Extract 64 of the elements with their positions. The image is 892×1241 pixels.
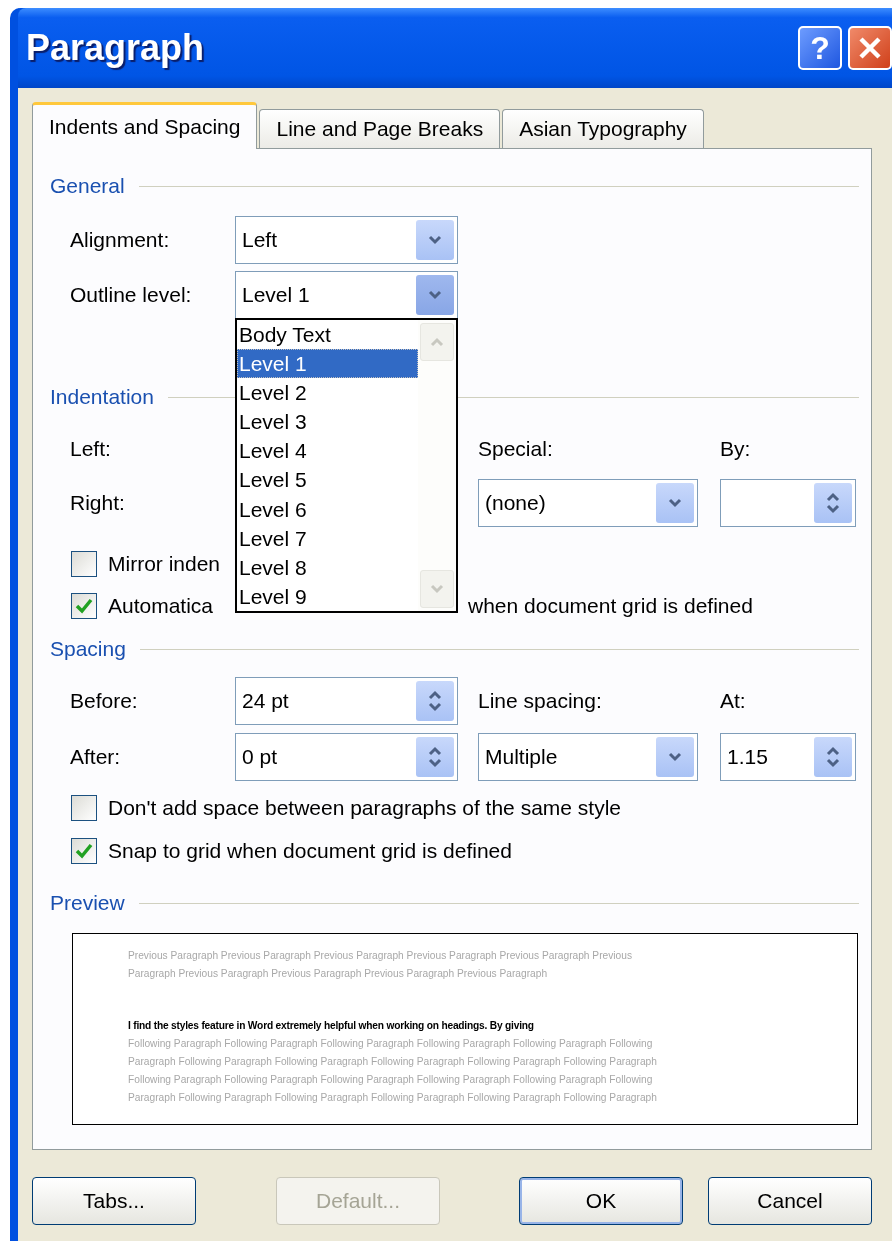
section-heading: Spacing	[50, 637, 126, 661]
preview-text-line: I find the styles feature in Word extremely helpful when working on headings. By giving	[128, 1019, 535, 1033]
checkbox[interactable]	[71, 593, 97, 619]
field-label: Line spacing:	[478, 689, 603, 713]
preview-text-line: Paragraph Previous Paragraph Previous Paragraph Previous Paragraph Previous Paragraph	[128, 967, 549, 981]
section-heading: Indentation	[50, 385, 154, 409]
preview-text-line: Following Paragraph Following Paragraph Following Paragraph Following Paragraph Following Paragraph Following	[128, 1037, 654, 1051]
field-label: After:	[70, 745, 122, 769]
dropdown[interactable]: Multiple	[478, 733, 698, 781]
checkbox[interactable]	[71, 551, 97, 577]
spin-buttons[interactable]	[416, 737, 454, 777]
tab[interactable]: Indents and Spacing	[32, 102, 258, 149]
dropdown-arrow-button[interactable]	[656, 483, 694, 523]
section-heading: Preview	[50, 891, 125, 915]
spin-buttons[interactable]	[814, 737, 852, 777]
field-label: Outline level:	[70, 283, 193, 307]
checkbox[interactable]	[71, 795, 97, 821]
field-label: Before:	[70, 689, 139, 713]
field-label: At:	[720, 689, 747, 713]
window-title: Paragraph	[26, 27, 206, 69]
list-option[interactable]: Level 1	[237, 349, 418, 379]
list-option[interactable]: Body Text	[237, 320, 418, 350]
dropdown[interactable]: (none)	[478, 479, 698, 527]
preview-text-line: Paragraph Following Paragraph Following Paragraph Following Paragraph Following Paragraph Following Paragraph	[128, 1055, 658, 1069]
checkbox[interactable]	[71, 838, 97, 864]
preview-text-line: Previous Paragraph Previous Paragraph Previous Paragraph Previous Paragraph Previous Paragraph Previous	[128, 949, 633, 963]
list-option[interactable]: Level 2	[237, 378, 418, 408]
spin-buttons[interactable]	[814, 483, 852, 523]
list-option[interactable]: Level 5	[237, 465, 418, 495]
field-label: Alignment:	[70, 228, 171, 252]
checkbox-label: Mirror inden	[108, 552, 221, 576]
spin-box[interactable]: 1.15	[720, 733, 856, 781]
dialog-button[interactable]: OK	[519, 1177, 683, 1225]
dropdown-arrow-button[interactable]	[416, 220, 454, 260]
field-label: Right:	[70, 491, 126, 515]
checkbox-label: when document grid is defined	[468, 594, 753, 618]
list-option[interactable]: Level 4	[237, 436, 418, 466]
dialog-button[interactable]: Cancel	[708, 1177, 872, 1225]
close-icon	[857, 35, 883, 61]
field-label: By:	[720, 437, 752, 461]
spin-box[interactable]: 24 pt	[235, 677, 458, 725]
list-option[interactable]: Level 3	[237, 407, 418, 437]
preview-text-line: Following Paragraph Following Paragraph Following Paragraph Following Paragraph Following Paragraph Following	[128, 1073, 654, 1087]
checkbox-label: Snap to grid when document grid is defined	[108, 839, 512, 863]
spin-buttons[interactable]	[416, 681, 454, 721]
close-button[interactable]	[848, 26, 892, 70]
checkbox-label: Don't add space between paragraphs of the same style	[108, 796, 621, 820]
help-button[interactable]: ?	[798, 26, 842, 70]
section-heading: General	[50, 174, 125, 198]
dropdown[interactable]: Left	[235, 216, 458, 264]
list-option[interactable]: Level 8	[237, 552, 418, 582]
dialog-button[interactable]: Tabs...	[32, 1177, 196, 1225]
tab[interactable]: Asian Typography	[502, 109, 704, 148]
dropdown-arrow-button[interactable]	[656, 737, 694, 777]
field-label: Special:	[478, 437, 554, 461]
preview-text-line: Paragraph Following Paragraph Following Paragraph Following Paragraph Following Paragraph Following Paragraph	[128, 1091, 658, 1105]
tab[interactable]: Line and Page Breaks	[259, 109, 501, 148]
spin-box[interactable]	[720, 479, 856, 527]
list-option[interactable]: Level 7	[237, 523, 418, 553]
spin-box[interactable]: 0 pt	[235, 733, 458, 781]
list-option[interactable]: Level 9	[237, 581, 418, 611]
field-label: Left:	[70, 437, 112, 461]
checkbox-label: Automatica	[108, 594, 214, 618]
list-option[interactable]: Level 6	[237, 494, 418, 524]
